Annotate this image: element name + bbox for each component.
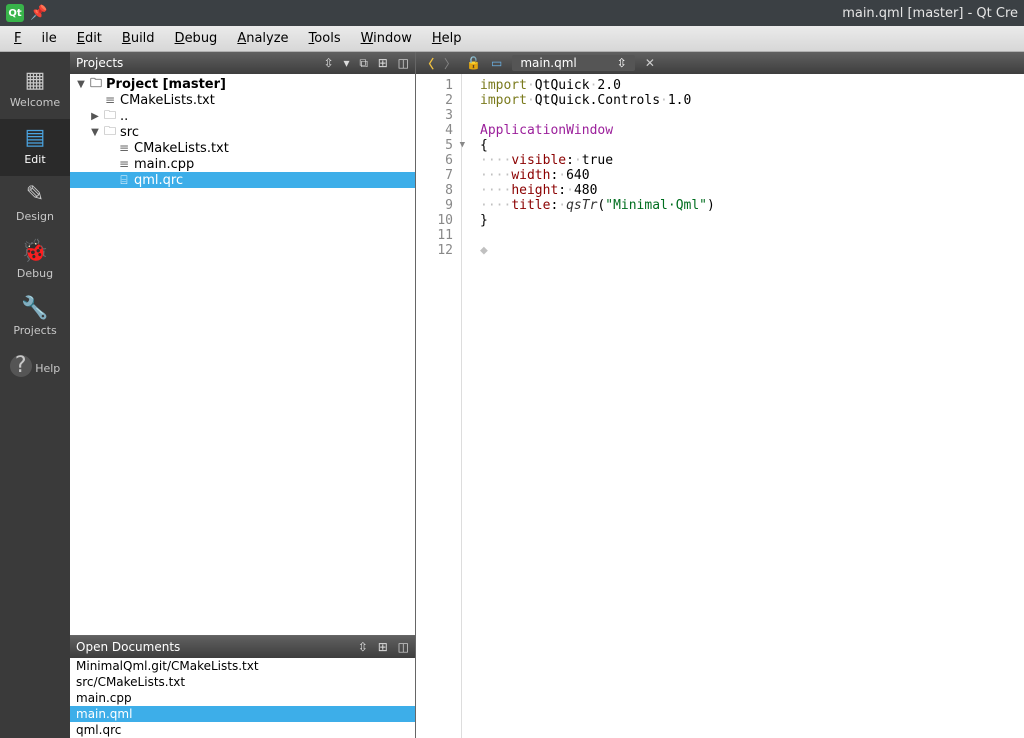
- menu-build[interactable]: Build: [112, 28, 165, 49]
- projects-split-icon[interactable]: ◫: [398, 56, 409, 70]
- wrench-icon: 🔧: [0, 298, 70, 320]
- tree-item-main-cpp[interactable]: ≡ main.cpp: [70, 156, 415, 172]
- close-editor-icon[interactable]: ✕: [645, 56, 655, 70]
- folder-icon: 🗀: [88, 74, 104, 95]
- opendocs-sort-icon[interactable]: ⇳: [358, 640, 368, 654]
- tree-label: Project [master]: [106, 77, 226, 92]
- tree-item-dotdot[interactable]: ▶ 🗀 ..: [70, 108, 415, 124]
- mode-debug-label: Debug: [17, 267, 53, 280]
- help-icon: ?: [10, 355, 32, 377]
- nav-back-icon[interactable]: 〈: [422, 55, 434, 72]
- projects-sort-icon[interactable]: ⇳: [324, 56, 334, 70]
- mode-help-label: Help: [35, 362, 60, 375]
- projects-add-icon[interactable]: ⊞: [378, 56, 388, 70]
- qml-file-icon: ▭: [491, 56, 502, 70]
- tree-project-root[interactable]: ▼ 🗀 Project [master]: [70, 76, 415, 92]
- chevron-updown-icon: ⇳: [617, 56, 627, 70]
- nav-forward-icon[interactable]: 〉: [444, 55, 456, 72]
- project-tree[interactable]: ▼ 🗀 Project [master] ≡ CMakeLists.txt ▶ …: [70, 74, 415, 635]
- menu-bar: File Edit Build Debug Analyze Tools Wind…: [0, 26, 1024, 52]
- menu-debug[interactable]: Debug: [165, 28, 228, 49]
- lock-icon[interactable]: 🔓: [466, 56, 481, 70]
- window-title: main.qml [master] - Qt Cre: [842, 6, 1018, 21]
- qt-logo-icon: Qt: [6, 4, 24, 22]
- open-doc-item[interactable]: main.qml: [70, 706, 415, 722]
- expand-icon[interactable]: ▼: [74, 79, 88, 90]
- open-doc-item[interactable]: src/CMakeLists.txt: [70, 674, 415, 690]
- tree-label: ..: [120, 109, 128, 124]
- tree-label: qml.qrc: [134, 173, 183, 188]
- editor-toolbar: 〈 〉 🔓 ▭ main.qml ⇳ ✕: [416, 52, 1024, 74]
- folder-icon: 🗀: [102, 122, 118, 143]
- projects-panel-title[interactable]: Projects: [76, 56, 123, 70]
- opendocs-add-icon[interactable]: ⊞: [378, 640, 388, 654]
- open-docs-list[interactable]: MinimalQml.git/CMakeLists.txtsrc/CMakeLi…: [70, 658, 415, 738]
- open-doc-item[interactable]: qml.qrc: [70, 722, 415, 738]
- current-file-label: main.qml: [520, 56, 576, 70]
- expand-icon[interactable]: ▼: [88, 127, 102, 138]
- mode-welcome-label: Welcome: [10, 96, 60, 109]
- tree-item-qml-qrc[interactable]: ⌸ qml.qrc: [70, 172, 415, 188]
- mode-design[interactable]: ✎ Design: [0, 176, 70, 233]
- mode-help[interactable]: ? Help: [0, 347, 70, 391]
- open-documents-panel: Open Documents ⇳ ⊞ ◫ MinimalQml.git/CMak…: [70, 635, 415, 738]
- menu-edit[interactable]: Edit: [67, 28, 112, 49]
- grid-icon: ▦: [0, 70, 70, 92]
- open-docs-header: Open Documents ⇳ ⊞ ◫: [70, 636, 415, 658]
- expand-icon[interactable]: ▶: [88, 111, 102, 122]
- document-icon: ▤: [0, 127, 70, 149]
- tree-item-src[interactable]: ▼ 🗀 src: [70, 124, 415, 140]
- projects-link-icon[interactable]: ⧉: [359, 56, 368, 70]
- menu-file[interactable]: File: [4, 28, 67, 49]
- mode-welcome[interactable]: ▦ Welcome: [0, 62, 70, 119]
- file-icon: ≡: [116, 141, 132, 155]
- mode-selector-bar: ▦ Welcome ▤ Edit ✎ Design 🐞 Debug 🔧 Proj…: [0, 52, 70, 738]
- projects-filter-icon[interactable]: ▾: [344, 56, 350, 70]
- menu-window[interactable]: Window: [351, 28, 422, 49]
- menu-help[interactable]: Help: [422, 28, 472, 49]
- resource-icon: ⌸: [116, 173, 132, 188]
- tree-label: src: [120, 125, 139, 140]
- open-doc-item[interactable]: MinimalQml.git/CMakeLists.txt: [70, 658, 415, 674]
- pin-icon[interactable]: 📌: [30, 5, 47, 21]
- code-content[interactable]: import·QtQuick·2.0import·QtQuick.Control…: [462, 74, 715, 738]
- open-docs-title: Open Documents: [76, 640, 180, 654]
- tree-label: CMakeLists.txt: [120, 93, 215, 108]
- window-titlebar: Qt 📌 main.qml [master] - Qt Cre: [0, 0, 1024, 26]
- projects-panel-header: Projects ⇳ ▾ ⧉ ⊞ ◫: [70, 52, 415, 74]
- tree-item-src-cmake[interactable]: ≡ CMakeLists.txt: [70, 140, 415, 156]
- open-doc-item[interactable]: main.cpp: [70, 690, 415, 706]
- menu-analyze[interactable]: Analyze: [227, 28, 298, 49]
- pencil-icon: ✎: [0, 184, 70, 206]
- bug-icon: 🐞: [0, 241, 70, 263]
- code-editor[interactable]: 12345▼6789101112 import·QtQuick·2.0impor…: [416, 74, 1024, 738]
- menu-tools[interactable]: Tools: [299, 28, 351, 49]
- file-selector-dropdown[interactable]: main.qml ⇳: [512, 55, 635, 71]
- mode-debug[interactable]: 🐞 Debug: [0, 233, 70, 290]
- mode-design-label: Design: [16, 210, 54, 223]
- line-number-gutter: 12345▼6789101112: [416, 74, 462, 738]
- tree-label: main.cpp: [134, 157, 194, 172]
- mode-projects-label: Projects: [13, 324, 56, 337]
- mode-edit[interactable]: ▤ Edit: [0, 119, 70, 176]
- tree-item-cmakelists[interactable]: ≡ CMakeLists.txt: [70, 92, 415, 108]
- mode-projects[interactable]: 🔧 Projects: [0, 290, 70, 347]
- file-icon: ≡: [116, 157, 132, 171]
- opendocs-split-icon[interactable]: ◫: [398, 640, 409, 654]
- tree-label: CMakeLists.txt: [134, 141, 229, 156]
- mode-edit-label: Edit: [24, 153, 45, 166]
